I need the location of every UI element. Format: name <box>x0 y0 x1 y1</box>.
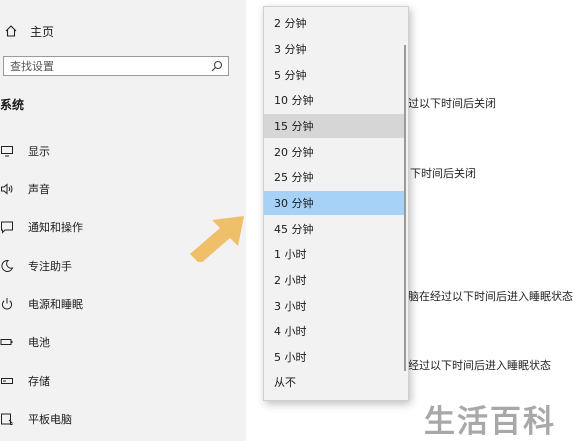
home-icon <box>4 24 18 38</box>
dropdown-option[interactable]: 2 分钟 <box>264 11 405 35</box>
storage-icon <box>0 374 14 388</box>
dropdown-option-selected[interactable]: 30 分钟 <box>264 191 405 215</box>
home-label: 主页 <box>30 24 55 39</box>
dropdown-option[interactable]: 1 小时 <box>264 242 405 266</box>
search-input[interactable] <box>4 57 210 75</box>
sidebar-item-label: 电源和睡眠 <box>28 298 83 311</box>
sidebar-item-label: 声音 <box>28 183 50 196</box>
sidebar-item-battery[interactable]: 电池 <box>0 333 50 351</box>
monitor-icon <box>0 144 14 158</box>
home-nav-item[interactable]: 主页 <box>4 22 54 40</box>
screen-off-battery-text: 过以下时间后关闭 <box>408 97 496 110</box>
notification-icon <box>0 220 14 234</box>
dropdown-option[interactable]: 25 分钟 <box>264 165 405 189</box>
timeout-dropdown-list[interactable]: 2 分钟 3 分钟 5 分钟 10 分钟 15 分钟 20 分钟 25 分钟 3… <box>263 6 409 401</box>
speaker-icon <box>0 182 14 196</box>
dropdown-option[interactable]: 20 分钟 <box>264 140 405 164</box>
section-title: 系统 <box>0 98 25 112</box>
sidebar-item-label: 专注助手 <box>28 260 72 273</box>
pointer-arrow-icon <box>190 216 244 262</box>
search-icon[interactable] <box>210 59 224 73</box>
dropdown-option[interactable]: 从不 <box>264 370 405 394</box>
sidebar-item-notifications[interactable]: 通知和操作 <box>0 218 83 236</box>
watermark-text: 生活百科 <box>424 404 556 440</box>
moon-icon <box>0 259 14 273</box>
dropdown-option-hovered[interactable]: 15 分钟 <box>264 114 405 138</box>
dropdown-option[interactable]: 3 分钟 <box>264 37 405 61</box>
tablet-icon <box>0 412 14 426</box>
sidebar-item-label: 存储 <box>28 375 50 388</box>
sidebar-item-label: 平板电脑 <box>28 413 72 426</box>
sidebar-item-power-sleep[interactable]: 电源和睡眠 <box>0 295 83 313</box>
power-icon <box>0 297 14 311</box>
dropdown-option[interactable]: 5 分钟 <box>264 63 405 87</box>
battery-icon <box>0 335 14 349</box>
dropdown-scrollbar[interactable] <box>404 45 406 371</box>
sleep-battery-text: 脑在经过以下时间后进入睡眠状态 <box>408 290 573 303</box>
sidebar-item-sound[interactable]: 声音 <box>0 180 50 198</box>
sidebar-item-display[interactable]: 显示 <box>0 142 50 160</box>
dropdown-option[interactable]: 4 小时 <box>264 319 405 343</box>
dropdown-option[interactable]: 10 分钟 <box>264 88 405 112</box>
sleep-plugged-text: 经过以下时间后进入睡眠状态 <box>408 359 551 372</box>
sidebar-item-label: 电池 <box>28 336 50 349</box>
dropdown-option[interactable]: 5 小时 <box>264 345 405 369</box>
dropdown-option[interactable]: 3 小时 <box>264 294 405 318</box>
sidebar-item-label: 显示 <box>28 145 50 158</box>
dropdown-option[interactable]: 45 分钟 <box>264 217 405 241</box>
sidebar-item-tablet[interactable]: 平板电脑 <box>0 410 72 428</box>
sidebar-item-storage[interactable]: 存储 <box>0 372 50 390</box>
screen-off-plugged-text: 下时间后关闭 <box>410 167 476 180</box>
dropdown-option[interactable]: 2 小时 <box>264 268 405 292</box>
sidebar-item-focus-assist[interactable]: 专注助手 <box>0 257 72 275</box>
sidebar-item-label: 通知和操作 <box>28 221 83 234</box>
settings-search-box[interactable] <box>3 56 229 76</box>
